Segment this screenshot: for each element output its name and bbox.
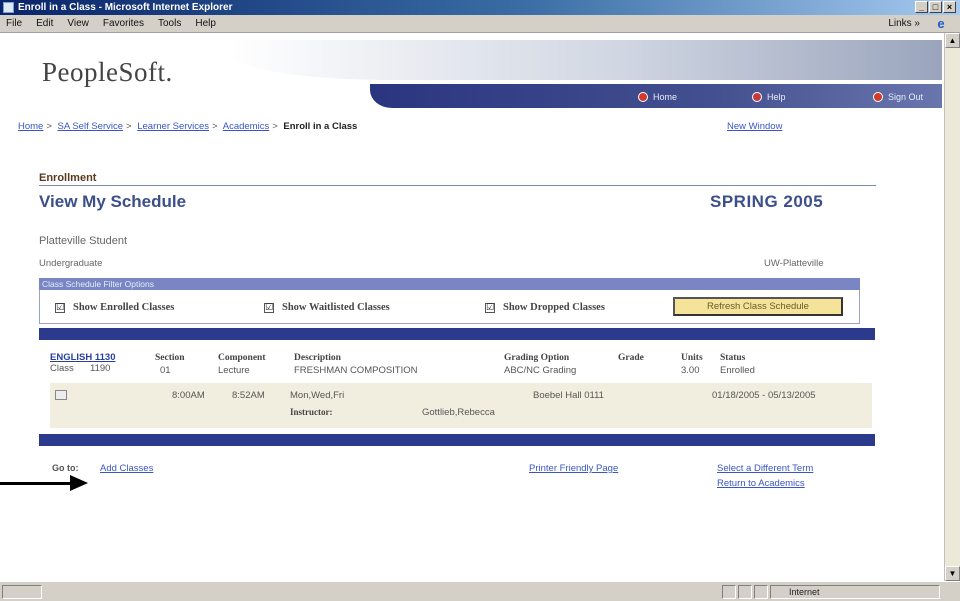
- show-dropped-label: Show Dropped Classes: [503, 302, 605, 313]
- nav-help-label: Help: [767, 92, 786, 102]
- cell-description: FRESHMAN COMPOSITION: [294, 365, 418, 376]
- pointer-arrow-line: [0, 482, 72, 485]
- meeting-days: Mon,Wed,Fri: [290, 390, 345, 401]
- show-enrolled-checkbox[interactable]: ☑ Show Enrolled Classes: [55, 302, 174, 313]
- refresh-schedule-button[interactable]: Refresh Class Schedule: [673, 297, 843, 316]
- pointer-arrow-icon: [70, 475, 88, 491]
- student-school: Platteville Student: [39, 235, 128, 247]
- header-component: Component: [218, 353, 266, 363]
- peoplesoft-logo: PeopleSoft.: [42, 57, 173, 87]
- filter-heading: Class Schedule Filter Options: [39, 278, 860, 290]
- page-title: View My Schedule: [39, 192, 187, 211]
- status-cell: [722, 585, 736, 599]
- window-titlebar: Enroll in a Class - Microsoft Internet E…: [0, 0, 960, 15]
- cell-grading-option: ABC/NC Grading: [504, 365, 577, 376]
- signout-icon: [873, 92, 883, 102]
- cell-units: 3.00: [681, 365, 700, 376]
- breadcrumb-sa-self-service[interactable]: SA Self Service: [58, 121, 123, 132]
- nav-signout-label: Sign Out: [888, 92, 924, 102]
- breadcrumb-current: Enroll in a Class: [283, 121, 358, 132]
- lock-icon: [754, 585, 768, 599]
- breadcrumb-learner-services[interactable]: Learner Services: [137, 121, 209, 132]
- section-title: Enrollment: [39, 172, 97, 184]
- header-swoosh: [230, 40, 942, 80]
- home-icon: [638, 92, 648, 102]
- menu-help[interactable]: Help: [195, 18, 216, 29]
- header-section: Section: [155, 353, 185, 363]
- institution-label: UW-Platteville: [764, 258, 824, 269]
- return-to-academics-link[interactable]: Return to Academics: [717, 478, 805, 489]
- cell-component: Lecture: [218, 365, 250, 376]
- menu-view[interactable]: View: [67, 18, 89, 29]
- security-zone: Internet: [770, 585, 940, 599]
- help-icon: [752, 92, 762, 102]
- ie-app-icon: [3, 2, 14, 13]
- show-enrolled-label: Show Enrolled Classes: [73, 302, 175, 313]
- close-icon[interactable]: ×: [943, 1, 956, 13]
- breadcrumb-academics[interactable]: Academics: [223, 121, 269, 132]
- term-label: SPRING 2005: [710, 192, 824, 211]
- menu-tools[interactable]: Tools: [158, 18, 181, 29]
- show-dropped-checkbox[interactable]: ☑ Show Dropped Classes: [485, 302, 605, 313]
- add-classes-link[interactable]: Add Classes: [100, 463, 153, 474]
- window-title: Enroll in a Class - Microsoft Internet E…: [18, 2, 233, 13]
- checkbox-checked-icon[interactable]: ☑: [485, 302, 495, 313]
- new-window-link[interactable]: New Window: [727, 121, 782, 132]
- vertical-scrollbar[interactable]: ▲ ▼: [944, 33, 960, 581]
- section-divider: [39, 185, 876, 186]
- status-bar: Internet: [0, 581, 960, 601]
- nav-home-label: Home: [653, 92, 678, 102]
- student-career: Undergraduate: [39, 258, 103, 269]
- meeting-start-time: 8:00AM: [172, 390, 205, 401]
- instructor-label: Instructor:: [290, 407, 333, 417]
- minimize-icon[interactable]: _: [915, 1, 928, 13]
- checkbox-checked-icon[interactable]: ☑: [264, 302, 274, 313]
- header-grading-option: Grading Option: [504, 353, 570, 363]
- nav-signout-link[interactable]: Sign Out: [873, 92, 923, 102]
- cell-status: Enrolled: [720, 365, 755, 376]
- meeting-end-time: 8:52AM: [232, 390, 265, 401]
- show-waitlisted-label: Show Waitlisted Classes: [282, 302, 390, 313]
- calendar-icon: [55, 390, 67, 400]
- breadcrumb: Home > SA Self Service > Learner Services >…: [18, 121, 358, 132]
- window-controls: _ □ ×: [915, 1, 956, 13]
- cell-section: 01: [160, 365, 171, 376]
- meeting-dates: 01/18/2005 - 05/13/2005: [712, 390, 816, 401]
- breadcrumb-home[interactable]: Home: [18, 121, 43, 132]
- header-description: Description: [294, 353, 341, 363]
- nav-home-link[interactable]: Home: [638, 92, 677, 102]
- status-cell: [738, 585, 752, 599]
- page-status-icon: [2, 585, 42, 599]
- header-units: Units: [681, 353, 703, 363]
- links-toolbar[interactable]: Links »: [888, 18, 920, 29]
- scroll-down-icon[interactable]: ▼: [945, 566, 960, 581]
- select-term-link[interactable]: Select a Different Term: [717, 463, 813, 474]
- schedule-top-bar: [39, 328, 875, 340]
- goto-label: Go to:: [52, 463, 79, 473]
- header-grade: Grade: [618, 353, 644, 363]
- scroll-up-icon[interactable]: ▲: [945, 33, 960, 48]
- header-status: Status: [720, 353, 746, 363]
- nav-help-link[interactable]: Help: [752, 92, 786, 102]
- schedule-bottom-bar: [39, 434, 875, 446]
- class-code-link[interactable]: ENGLISH 1130: [50, 352, 115, 363]
- printer-friendly-link[interactable]: Printer Friendly Page: [529, 463, 618, 474]
- instructor-name: Gottlieb,Rebecca: [422, 407, 495, 418]
- checkbox-checked-icon[interactable]: ☑: [55, 302, 65, 313]
- class-number: 1190: [90, 363, 111, 374]
- maximize-icon[interactable]: □: [929, 1, 942, 13]
- menu-file[interactable]: File: [6, 18, 22, 29]
- menu-bar: File Edit View Favorites Tools Help Link…: [0, 15, 960, 33]
- show-waitlisted-checkbox[interactable]: ☑ Show Waitlisted Classes: [264, 302, 390, 313]
- class-label: Class: [50, 363, 74, 374]
- menu-edit[interactable]: Edit: [36, 18, 53, 29]
- meeting-room: Boebel Hall 0111: [533, 390, 604, 401]
- windows-logo-icon: e: [928, 16, 954, 32]
- menu-favorites[interactable]: Favorites: [103, 18, 144, 29]
